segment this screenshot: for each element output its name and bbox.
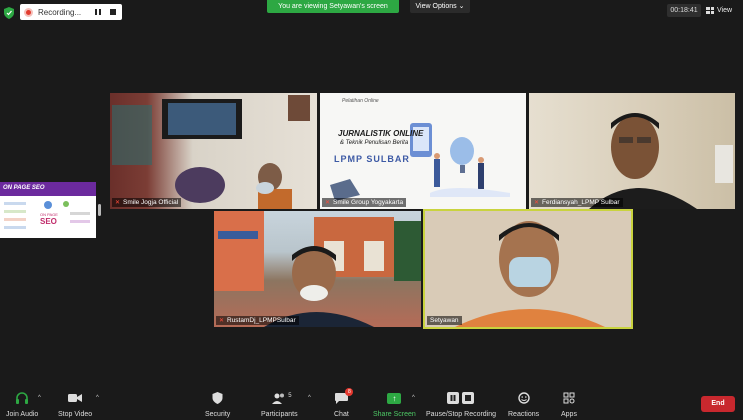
shared-screen-thumbnail[interactable]: ON PAGE SEO ON PAGE SEO <box>0 182 96 238</box>
chat-unread-badge: 8 <box>345 388 354 396</box>
participant-name: Smile Group Yogyakarta <box>333 199 404 206</box>
stop-video-label: Stop Video <box>58 411 93 418</box>
grid-view-icon <box>706 7 714 14</box>
participant-video <box>455 221 605 327</box>
apps-icon <box>562 392 576 404</box>
smiley-icon <box>517 392 531 404</box>
participant-video <box>112 95 310 209</box>
security-label: Security <box>205 411 231 418</box>
pause-icon <box>95 9 102 15</box>
join-audio-label: Join Audio <box>6 411 39 418</box>
meeting-timer: 00:18:41 <box>667 4 701 17</box>
view-options-button[interactable]: View Options ⌄ <box>410 0 470 13</box>
participant-video <box>589 113 733 209</box>
view-options-label: View Options <box>415 3 457 10</box>
view-label: View <box>717 7 733 14</box>
apps-button[interactable]: Apps <box>561 392 577 418</box>
audio-options-caret-icon[interactable]: ^ <box>38 395 41 401</box>
participant-name-tag: ✕ RustamDj_LPMPSulbar <box>216 316 299 325</box>
stop-video-button[interactable]: Stop Video <box>58 392 92 418</box>
chat-bubble-icon: 8 <box>334 388 354 404</box>
headphones-icon <box>15 392 29 404</box>
participants-icon: 5 <box>272 392 292 404</box>
participants-caret-icon[interactable]: ^ <box>308 395 311 401</box>
view-button[interactable]: View <box>706 4 740 17</box>
reactions-label: Reactions <box>508 411 540 418</box>
video-camera-icon <box>68 392 83 404</box>
slide-big-text: SEO <box>40 217 57 226</box>
participant-slide-image <box>330 123 510 201</box>
participant-name: Ferdiansyah_LPMP Sulbar <box>542 199 620 206</box>
share-screen-icon: ↑ <box>387 392 402 404</box>
video-tile-smile-group[interactable]: Pelatihan Online JURNALISTIK ONLINE & Te… <box>320 93 526 209</box>
chat-button[interactable]: 8 Chat <box>334 388 354 418</box>
slide-title: JURNALISTIK ONLINE <box>338 129 424 138</box>
scrollbar-handle[interactable] <box>98 204 101 216</box>
participant-name: RustamDj_LPMPSulbar <box>227 317 296 324</box>
slide-subheading: & Teknik Penulisan Berita <box>340 140 409 146</box>
pause-recording-button[interactable] <box>94 7 103 17</box>
security-shield-icon <box>211 392 225 404</box>
share-screen-button[interactable]: ↑ Share Screen <box>373 392 416 418</box>
participant-name-tag: ✕ Smile Group Yogyakarta <box>322 198 407 207</box>
muted-mic-icon: ✕ <box>219 317 225 324</box>
participant-name-tag: ✕ Smile Jogja Official <box>112 198 182 207</box>
slide-band: ON PAGE SEO <box>0 182 96 196</box>
muted-mic-icon: ✕ <box>325 199 331 206</box>
chat-label: Chat <box>334 411 349 418</box>
participant-name-tag: ✕ Ferdiansyah_LPMP Sulbar <box>531 198 623 207</box>
share-options-caret-icon[interactable]: ^ <box>412 395 415 401</box>
slide-subtitle: Pelatihan Online <box>342 98 379 104</box>
video-tile-rustamdj[interactable]: ✕ RustamDj_LPMPSulbar <box>214 211 421 327</box>
video-options-caret-icon[interactable]: ^ <box>96 395 99 401</box>
participants-button[interactable]: 5 Participants <box>261 392 298 418</box>
recording-label: Recording... <box>38 7 82 17</box>
recording-controls-icon <box>447 392 475 404</box>
stop-icon <box>110 9 117 15</box>
participant-name: Smile Jogja Official <box>123 199 179 206</box>
recording-indicator: Recording... <box>20 4 122 20</box>
video-tile-smile-jogja[interactable]: ✕ Smile Jogja Official <box>110 93 317 209</box>
chevron-down-icon: ⌄ <box>458 3 465 10</box>
apps-label: Apps <box>561 411 577 418</box>
participant-video <box>214 211 421 327</box>
video-tile-ferdiansyah[interactable]: ✕ Ferdiansyah_LPMP Sulbar <box>529 93 735 209</box>
meeting-toolbar: Join Audio ^ Stop Video ^ Security 5 Par… <box>0 388 743 420</box>
security-button[interactable]: Security <box>205 392 230 418</box>
slide-org: LPMP SULBAR <box>334 154 410 164</box>
muted-mic-icon: ✕ <box>115 199 121 206</box>
participant-name-tag: Setyawan <box>427 316 462 325</box>
participant-name: Setyawan <box>430 317 459 324</box>
participants-label: Participants <box>261 411 298 418</box>
stop-recording-button[interactable] <box>109 7 118 17</box>
viewing-banner: You are viewing Setyawan's screen <box>267 0 399 13</box>
participants-count: 5 <box>288 393 292 399</box>
video-tile-setyawan[interactable]: Setyawan <box>423 209 633 329</box>
shield-icon[interactable] <box>4 6 14 19</box>
pause-stop-recording-button[interactable]: Pause/Stop Recording <box>426 392 496 418</box>
share-screen-label: Share Screen <box>373 411 416 418</box>
reactions-button[interactable]: Reactions <box>508 392 539 418</box>
muted-mic-icon: ✕ <box>534 199 540 206</box>
pause-stop-recording-label: Pause/Stop Recording <box>426 411 497 418</box>
join-audio-button[interactable]: Join Audio <box>6 392 38 418</box>
end-meeting-button[interactable]: End <box>701 396 735 412</box>
recording-dot-icon <box>24 7 33 17</box>
